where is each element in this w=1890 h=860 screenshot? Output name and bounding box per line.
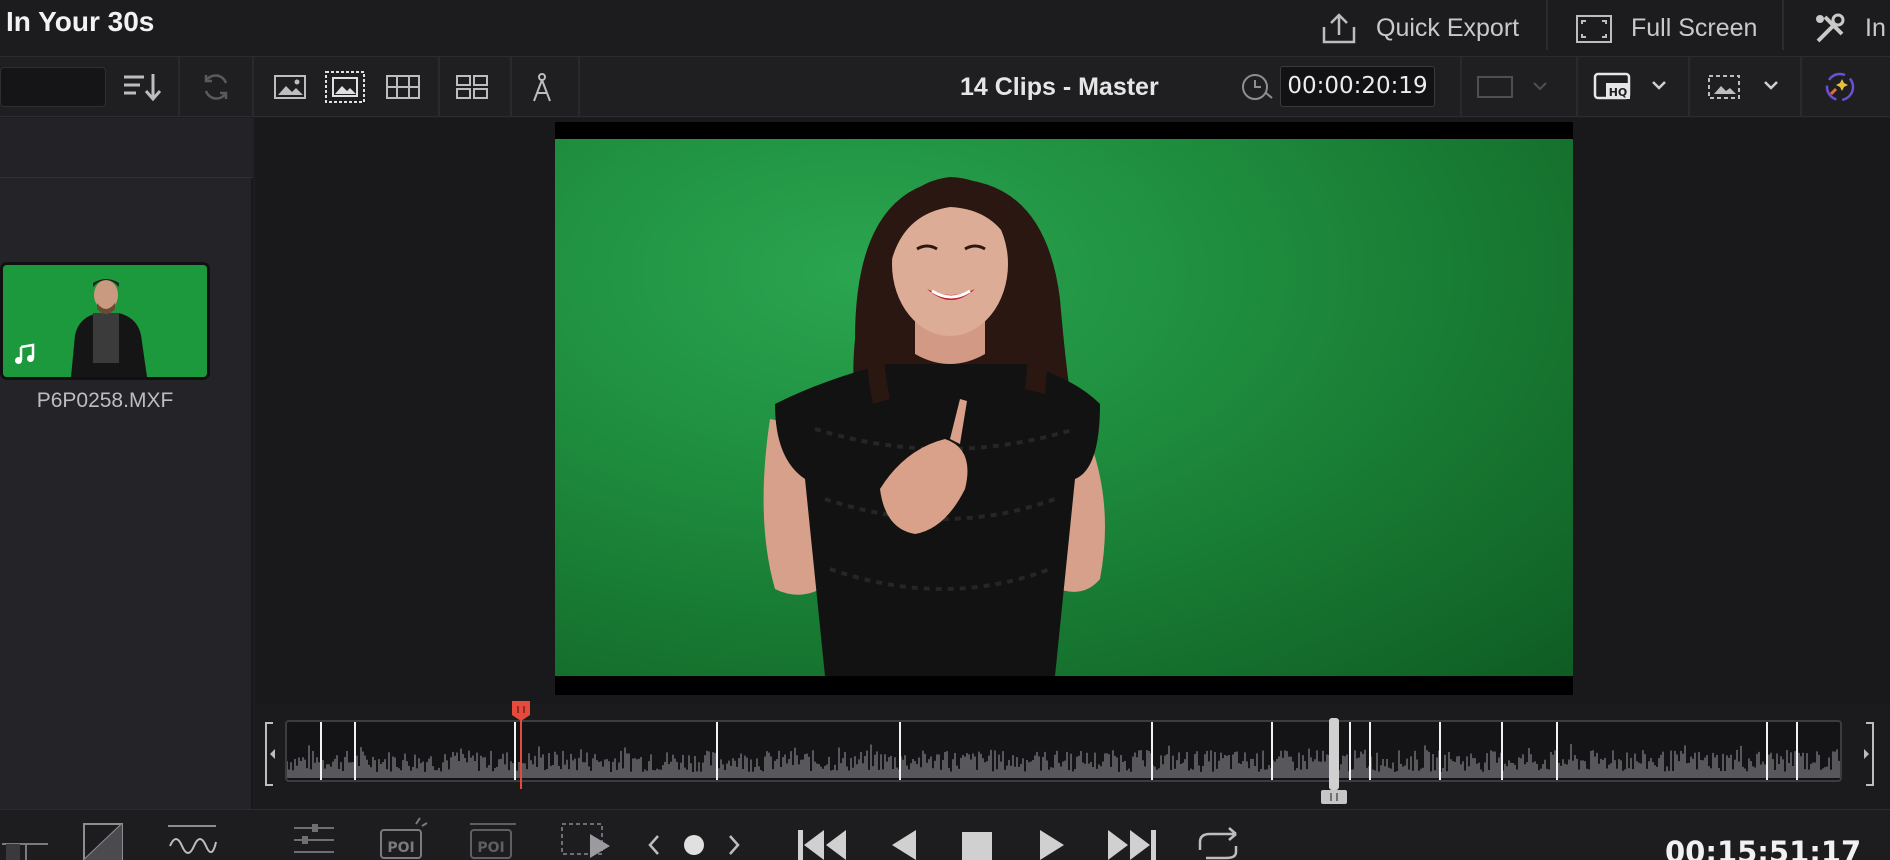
poi-out-icon[interactable]: POI bbox=[468, 816, 518, 860]
viewer-toolbar: 14 Clips - Master 00:00:20:19 HQ bbox=[0, 57, 1890, 117]
sync-icon[interactable] bbox=[196, 69, 236, 105]
top-divider bbox=[1546, 0, 1548, 50]
out-bracket-icon bbox=[1864, 722, 1874, 786]
svg-text:HQ: HQ bbox=[1609, 86, 1628, 99]
video-image bbox=[555, 139, 1573, 676]
next-frame-icon[interactable] bbox=[722, 816, 746, 860]
timecode-clock-icon[interactable] bbox=[1236, 69, 1276, 105]
quick-export-label: Quick Export bbox=[1376, 14, 1520, 42]
safe-area-dropdown[interactable] bbox=[1704, 67, 1786, 107]
hq-icon[interactable]: HQ bbox=[1592, 67, 1674, 107]
grid-view-icon[interactable] bbox=[452, 69, 492, 105]
waveform-toggle-icon[interactable] bbox=[166, 816, 218, 860]
record-timecode: 00:15:51:17 bbox=[1665, 835, 1862, 860]
play-clip-icon[interactable] bbox=[560, 816, 614, 860]
timeline-scrubber[interactable] bbox=[255, 701, 1890, 809]
playhead[interactable] bbox=[509, 701, 533, 791]
prev-frame-icon[interactable] bbox=[642, 816, 666, 860]
play-icon[interactable] bbox=[1036, 816, 1068, 860]
upload-icon bbox=[1320, 12, 1358, 45]
in-bracket-icon bbox=[265, 722, 275, 786]
audio-mixer-icon[interactable] bbox=[290, 816, 338, 860]
project-title: In Your 30s bbox=[6, 6, 155, 37]
clip-marker[interactable] bbox=[1319, 718, 1349, 808]
media-pool: P6P0258.MXF bbox=[0, 118, 253, 811]
top-divider bbox=[1782, 0, 1784, 50]
poi-icon[interactable]: POI bbox=[378, 816, 428, 860]
video-frame[interactable] bbox=[555, 122, 1573, 695]
poi-label: POI bbox=[477, 840, 504, 856]
sort-icon[interactable] bbox=[120, 69, 164, 105]
inspector-label: In bbox=[1865, 14, 1886, 42]
list-view-icon[interactable] bbox=[383, 69, 423, 105]
split-view-icon[interactable] bbox=[82, 816, 126, 860]
stop-icon[interactable] bbox=[960, 816, 994, 860]
fullscreen-icon bbox=[1575, 14, 1613, 44]
full-screen-label: Full Screen bbox=[1631, 14, 1758, 42]
transport-bar: POI POI 00:15:51:17 bbox=[0, 809, 1890, 860]
poi-label: POI bbox=[387, 840, 414, 856]
clip-thumbnail[interactable] bbox=[0, 262, 210, 380]
inspector-button[interactable]: In bbox=[1813, 0, 1886, 57]
clip-view-icon[interactable] bbox=[0, 816, 50, 860]
quick-export-button[interactable]: Quick Export bbox=[1320, 0, 1519, 57]
jump-start-icon[interactable] bbox=[796, 816, 848, 860]
metadata-icon[interactable] bbox=[524, 67, 560, 107]
image-icon[interactable] bbox=[270, 69, 310, 105]
jump-end-icon[interactable] bbox=[1106, 816, 1158, 860]
clip-name: P6P0258.MXF bbox=[36, 389, 174, 412]
filmstrip-icon[interactable] bbox=[323, 67, 367, 107]
color-sparkle-icon[interactable] bbox=[1818, 67, 1862, 107]
audio-note-icon bbox=[13, 343, 37, 372]
loop-icon[interactable] bbox=[1192, 816, 1244, 860]
search-input[interactable] bbox=[0, 67, 106, 107]
add-marker-icon[interactable] bbox=[682, 816, 706, 860]
play-reverse-icon[interactable] bbox=[888, 816, 920, 860]
viewer-title: 14 Clips - Master bbox=[960, 73, 1159, 101]
top-bar: In Your 30s Quick Export Full Screen In bbox=[0, 0, 1890, 57]
full-screen-button[interactable]: Full Screen bbox=[1575, 0, 1757, 57]
tools-icon bbox=[1813, 12, 1847, 46]
source-timecode[interactable]: 00:00:20:19 bbox=[1280, 66, 1435, 107]
viewer-size-dropdown[interactable] bbox=[1476, 69, 1556, 105]
media-pool-header bbox=[0, 118, 253, 178]
